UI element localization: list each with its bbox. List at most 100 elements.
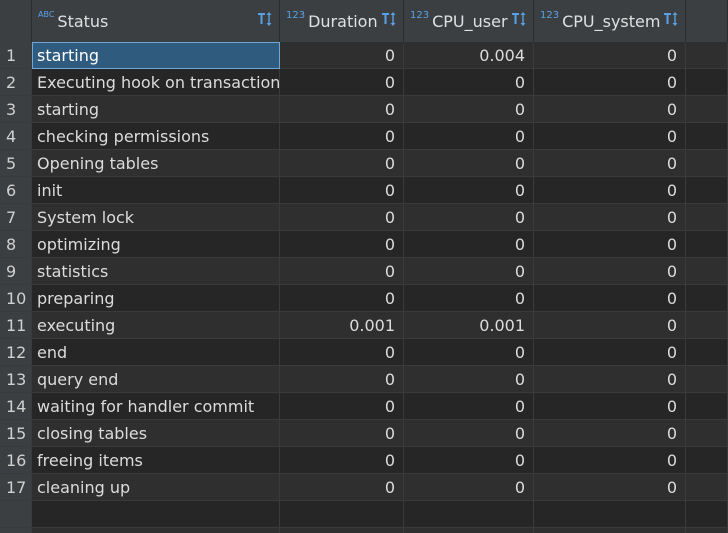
row-number-cell[interactable]: 11 bbox=[0, 312, 32, 339]
cpu-system-cell[interactable]: 0 bbox=[534, 420, 686, 447]
sort-filter-icon[interactable] bbox=[381, 11, 397, 27]
row-number-cell[interactable]: 13 bbox=[0, 366, 32, 393]
cpu-user-cell[interactable]: 0 bbox=[404, 393, 534, 420]
cpu-user-cell[interactable]: 0 bbox=[404, 177, 534, 204]
duration-cell[interactable]: 0 bbox=[280, 285, 404, 312]
cpu-user-cell[interactable]: 0 bbox=[404, 366, 534, 393]
cpu-system-cell[interactable]: 0 bbox=[534, 447, 686, 474]
cpu-user-cell[interactable]: 0 bbox=[404, 123, 534, 150]
cpu-user-cell[interactable]: 0.001 bbox=[404, 312, 534, 339]
table-row[interactable]: 16 freeing items 0 0 0 bbox=[0, 447, 728, 474]
row-number-cell[interactable]: 15 bbox=[0, 420, 32, 447]
row-number-cell[interactable]: 14 bbox=[0, 393, 32, 420]
duration-cell[interactable]: 0 bbox=[280, 204, 404, 231]
cpu-user-cell[interactable]: 0 bbox=[404, 231, 534, 258]
cpu-user-cell[interactable]: 0 bbox=[404, 69, 534, 96]
status-cell[interactable]: waiting for handler commit bbox=[32, 393, 280, 420]
duration-cell[interactable]: 0 bbox=[280, 393, 404, 420]
row-number-cell[interactable]: 12 bbox=[0, 339, 32, 366]
status-cell[interactable]: Opening tables bbox=[32, 150, 280, 177]
table-row[interactable]: 10 preparing 0 0 0 bbox=[0, 285, 728, 312]
cpu-user-cell[interactable]: 0 bbox=[404, 204, 534, 231]
cpu-user-cell[interactable]: 0 bbox=[404, 420, 534, 447]
duration-cell[interactable]: 0 bbox=[280, 69, 404, 96]
duration-cell[interactable]: 0 bbox=[280, 474, 404, 501]
cpu-system-cell[interactable]: 0 bbox=[534, 123, 686, 150]
row-number-cell[interactable]: 10 bbox=[0, 285, 32, 312]
status-cell[interactable]: System lock bbox=[32, 204, 280, 231]
status-cell[interactable]: cleaning up bbox=[32, 474, 280, 501]
cpu-system-cell[interactable]: 0 bbox=[534, 177, 686, 204]
row-number-cell[interactable]: 7 bbox=[0, 204, 32, 231]
duration-cell[interactable]: 0 bbox=[280, 42, 404, 69]
status-cell[interactable]: closing tables bbox=[32, 420, 280, 447]
table-row[interactable]: 14 waiting for handler commit 0 0 0 bbox=[0, 393, 728, 420]
row-number-cell[interactable]: 8 bbox=[0, 231, 32, 258]
table-row[interactable]: 3 starting 0 0 0 bbox=[0, 96, 728, 123]
cpu-user-cell[interactable]: 0 bbox=[404, 339, 534, 366]
table-row[interactable]: 15 closing tables 0 0 0 bbox=[0, 420, 728, 447]
duration-cell[interactable]: 0 bbox=[280, 447, 404, 474]
duration-cell[interactable]: 0 bbox=[280, 258, 404, 285]
status-cell[interactable]: optimizing bbox=[32, 231, 280, 258]
cpu-system-cell[interactable]: 0 bbox=[534, 393, 686, 420]
cpu-user-cell[interactable]: 0 bbox=[404, 285, 534, 312]
cpu-system-cell[interactable]: 0 bbox=[534, 474, 686, 501]
table-row[interactable]: 6 init 0 0 0 bbox=[0, 177, 728, 204]
column-header-cpu-system[interactable]: 123 CPU_system bbox=[534, 0, 686, 42]
table-row[interactable]: 9 statistics 0 0 0 bbox=[0, 258, 728, 285]
status-cell[interactable]: statistics bbox=[32, 258, 280, 285]
table-row[interactable]: 5 Opening tables 0 0 0 bbox=[0, 150, 728, 177]
status-cell[interactable]: preparing bbox=[32, 285, 280, 312]
cpu-user-cell[interactable]: 0.004 bbox=[404, 42, 534, 69]
cpu-system-cell[interactable]: 0 bbox=[534, 150, 686, 177]
table-row[interactable]: 12 end 0 0 0 bbox=[0, 339, 728, 366]
table-row[interactable]: 11 executing 0.001 0.001 0 bbox=[0, 312, 728, 339]
cpu-system-cell[interactable]: 0 bbox=[534, 69, 686, 96]
duration-cell[interactable]: 0 bbox=[280, 339, 404, 366]
cpu-user-cell[interactable]: 0 bbox=[404, 150, 534, 177]
row-number-header[interactable] bbox=[0, 0, 32, 42]
row-number-cell[interactable]: 17 bbox=[0, 474, 32, 501]
row-number-cell[interactable]: 6 bbox=[0, 177, 32, 204]
cpu-system-cell[interactable]: 0 bbox=[534, 231, 686, 258]
row-number-cell[interactable]: 9 bbox=[0, 258, 32, 285]
table-row[interactable]: 13 query end 0 0 0 bbox=[0, 366, 728, 393]
cpu-user-cell[interactable]: 0 bbox=[404, 96, 534, 123]
column-header-duration[interactable]: 123 Duration bbox=[280, 0, 404, 42]
cpu-system-cell[interactable]: 0 bbox=[534, 42, 686, 69]
table-row[interactable]: 17 cleaning up 0 0 0 bbox=[0, 474, 728, 501]
cpu-system-cell[interactable]: 0 bbox=[534, 204, 686, 231]
table-row[interactable]: 7 System lock 0 0 0 bbox=[0, 204, 728, 231]
cpu-system-cell[interactable]: 0 bbox=[534, 285, 686, 312]
sort-filter-icon[interactable] bbox=[257, 11, 273, 27]
row-number-cell[interactable]: 1 bbox=[0, 42, 32, 69]
row-number-cell[interactable]: 3 bbox=[0, 96, 32, 123]
status-cell[interactable]: Executing hook on transaction bbox=[32, 69, 280, 96]
row-number-cell[interactable]: 4 bbox=[0, 123, 32, 150]
table-row[interactable]: 1 starting 0 0.004 0 bbox=[0, 42, 728, 69]
cpu-system-cell[interactable]: 0 bbox=[534, 312, 686, 339]
cpu-user-cell[interactable]: 0 bbox=[404, 474, 534, 501]
cpu-user-cell[interactable]: 0 bbox=[404, 447, 534, 474]
status-cell[interactable]: end bbox=[32, 339, 280, 366]
cpu-system-cell[interactable]: 0 bbox=[534, 96, 686, 123]
row-number-cell[interactable]: 16 bbox=[0, 447, 32, 474]
table-row[interactable]: 4 checking permissions 0 0 0 bbox=[0, 123, 728, 150]
status-cell[interactable]: freeing items bbox=[32, 447, 280, 474]
duration-cell[interactable]: 0 bbox=[280, 96, 404, 123]
row-number-cell[interactable]: 5 bbox=[0, 150, 32, 177]
sort-filter-icon[interactable] bbox=[663, 11, 679, 27]
duration-cell[interactable]: 0.001 bbox=[280, 312, 404, 339]
cpu-system-cell[interactable]: 0 bbox=[534, 339, 686, 366]
status-cell[interactable]: init bbox=[32, 177, 280, 204]
duration-cell[interactable]: 0 bbox=[280, 123, 404, 150]
row-number-cell[interactable]: 2 bbox=[0, 69, 32, 96]
cpu-system-cell[interactable]: 0 bbox=[534, 258, 686, 285]
duration-cell[interactable]: 0 bbox=[280, 366, 404, 393]
duration-cell[interactable]: 0 bbox=[280, 177, 404, 204]
table-row[interactable]: 2 Executing hook on transaction 0 0 0 bbox=[0, 69, 728, 96]
cpu-user-cell[interactable]: 0 bbox=[404, 258, 534, 285]
column-header-cpu-user[interactable]: 123 CPU_user bbox=[404, 0, 534, 42]
column-header-status[interactable]: ABC Status bbox=[32, 0, 280, 42]
